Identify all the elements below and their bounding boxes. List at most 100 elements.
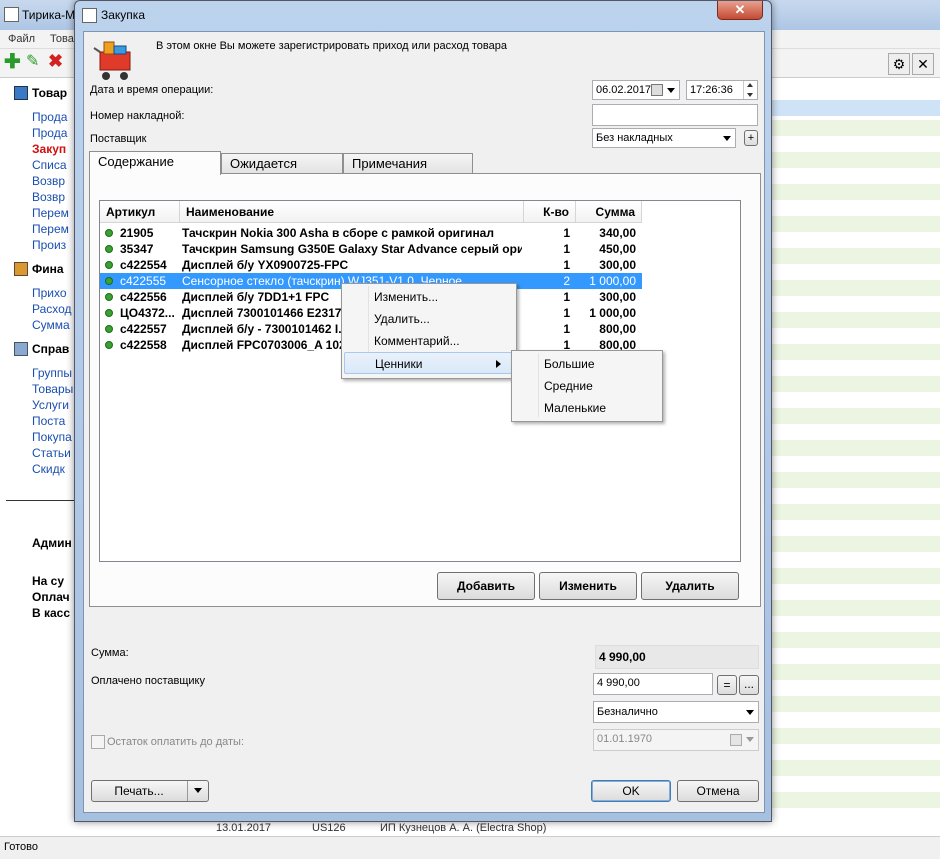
time-value: 17:26:36 xyxy=(690,84,733,96)
menu-goods[interactable]: Това xyxy=(50,33,74,45)
nav-item[interactable]: Поста xyxy=(32,414,65,428)
edit-icon[interactable]: ✎ xyxy=(26,53,39,71)
edit-button[interactable]: Изменить xyxy=(539,572,637,600)
app-icon xyxy=(4,7,19,22)
status-text: Готово xyxy=(4,841,38,853)
menu-file[interactable]: Файл xyxy=(8,33,35,45)
payment-type-value: Безналично xyxy=(597,706,658,718)
print-button[interactable]: Печать... xyxy=(91,780,209,802)
table-row[interactable]: 21905 Тачскрин Nokia 300 Asha в сборе с … xyxy=(100,225,642,241)
chevron-down-icon[interactable] xyxy=(723,136,731,141)
nav-item[interactable]: Перем xyxy=(32,222,69,236)
menu-item-medium[interactable]: Средние xyxy=(514,375,658,397)
grid-row-selected xyxy=(770,100,940,116)
menu-item-small[interactable]: Маленькие xyxy=(514,397,658,419)
nav-item-active[interactable]: Закуп xyxy=(32,142,66,156)
add-icon[interactable]: ✚ xyxy=(4,52,21,72)
chevron-down-icon[interactable] xyxy=(746,710,754,715)
nav-section-finance[interactable]: Фина xyxy=(32,262,64,276)
nav-item[interactable]: Возвр xyxy=(32,190,65,204)
payment-type-select[interactable]: Безналично xyxy=(593,701,759,723)
table-row[interactable]: c422554 Дисплей б/у YX0900725-FPC 1 300,… xyxy=(100,257,642,273)
cancel-button[interactable]: Отмена xyxy=(677,780,759,802)
context-menu: Изменить... Удалить... Комментарий... Це… xyxy=(341,283,517,379)
spin-down-icon[interactable] xyxy=(747,93,753,97)
grid-row xyxy=(770,440,940,456)
cell-sum: 800,00 xyxy=(599,322,636,336)
spin-up-icon[interactable] xyxy=(747,83,753,87)
nav-section-reference[interactable]: Справ xyxy=(32,342,69,356)
menu-item-delete[interactable]: Удалить... xyxy=(344,308,512,330)
col-header-name[interactable]: Наименование xyxy=(180,201,524,223)
cell-sku: 35347 xyxy=(120,242,154,256)
date-picker[interactable]: 06.02.2017 xyxy=(592,80,680,100)
status-dot-icon xyxy=(105,245,113,253)
supplier-value: Без накладных xyxy=(596,132,673,144)
time-spinner[interactable] xyxy=(743,81,757,99)
menu-item-edit[interactable]: Изменить... xyxy=(344,286,512,308)
calendar-icon[interactable] xyxy=(651,84,663,96)
cell-sum: 300,00 xyxy=(599,258,636,272)
cell-sum: 1 000,00 xyxy=(589,274,636,288)
calendar-icon[interactable] xyxy=(730,734,742,746)
add-button[interactable]: Добавить xyxy=(437,572,535,600)
more-button[interactable]: ... xyxy=(739,675,759,695)
delete-icon[interactable]: ✖ xyxy=(48,52,63,70)
cell-qty: 1 xyxy=(563,258,570,272)
sum-value: 4 990,00 xyxy=(595,645,759,669)
close-icon[interactable]: ✕ xyxy=(912,53,934,75)
nav-item[interactable]: Произ xyxy=(32,238,66,252)
ok-button[interactable]: OK xyxy=(591,780,671,802)
nav-item[interactable]: Расход xyxy=(32,302,72,316)
remaining-label: Остаток оплатить до даты: xyxy=(107,736,245,748)
dialog-close-button[interactable]: ✕ xyxy=(717,1,763,20)
status-dot-icon xyxy=(105,261,113,269)
nav-item[interactable]: Покупа xyxy=(32,430,72,444)
gear-icon[interactable]: ⚙ xyxy=(888,53,910,75)
col-header-sum[interactable]: Сумма xyxy=(576,201,642,223)
nav-item[interactable]: Статьи xyxy=(32,446,71,460)
background-title: Тирика-М xyxy=(22,8,76,22)
paid-input[interactable]: 4 990,00 xyxy=(593,673,713,695)
nav-item[interactable]: Возвр xyxy=(32,174,65,188)
status-dot-icon xyxy=(105,325,113,333)
nav-item[interactable]: Прода xyxy=(32,126,67,140)
tab-notes[interactable]: Примечания xyxy=(343,153,473,173)
col-header-qty[interactable]: К-во xyxy=(524,201,576,223)
grid-row xyxy=(770,184,940,200)
remaining-date-picker[interactable]: 01.01.1970 xyxy=(593,729,759,751)
add-supplier-button[interactable]: + xyxy=(744,130,758,146)
chevron-down-icon[interactable] xyxy=(746,737,754,742)
nav-item[interactable]: Услуги xyxy=(32,398,69,412)
nav-item[interactable]: Товары xyxy=(32,382,73,396)
grid-row xyxy=(770,760,940,776)
print-dropdown[interactable] xyxy=(187,781,208,801)
nav-section-goods[interactable]: Товар xyxy=(32,86,67,100)
nav-item[interactable]: Прода xyxy=(32,110,67,124)
cell-name: Тачскрин Nokia 300 Asha в сборе с рамкой… xyxy=(182,226,494,240)
menu-item-large[interactable]: Большие xyxy=(514,353,658,375)
print-label: Печать... xyxy=(114,784,164,798)
menu-item-price-tags[interactable]: Ценники xyxy=(344,352,512,374)
menu-item-comment[interactable]: Комментарий... xyxy=(344,330,512,352)
invoice-input[interactable] xyxy=(592,104,758,126)
nav-item[interactable]: Списа xyxy=(32,158,67,172)
divider xyxy=(6,500,78,501)
datetime-label: Дата и время операции: xyxy=(90,84,214,96)
time-field[interactable]: 17:26:36 xyxy=(686,80,758,100)
nav-item[interactable]: Прихо xyxy=(32,286,67,300)
nav-item[interactable]: Группы xyxy=(32,366,72,380)
cell-qty: 1 xyxy=(563,322,570,336)
tab-expected[interactable]: Ожидается xyxy=(221,153,343,173)
table-row[interactable]: 35347 Тачскрин Samsung G350E Galaxy Star… xyxy=(100,241,642,257)
col-header-sku[interactable]: Артикул xyxy=(100,201,180,223)
supplier-select[interactable]: Без накладных xyxy=(592,128,736,148)
nav-item[interactable]: Скидк xyxy=(32,462,65,476)
nav-item[interactable]: Перем xyxy=(32,206,69,220)
nav-item[interactable]: Сумма xyxy=(32,318,70,332)
chevron-down-icon[interactable] xyxy=(667,88,675,93)
delete-button[interactable]: Удалить xyxy=(641,572,739,600)
equals-button[interactable]: = xyxy=(717,675,737,695)
tab-content[interactable]: Содержание xyxy=(89,151,221,175)
remaining-checkbox[interactable] xyxy=(91,735,105,749)
